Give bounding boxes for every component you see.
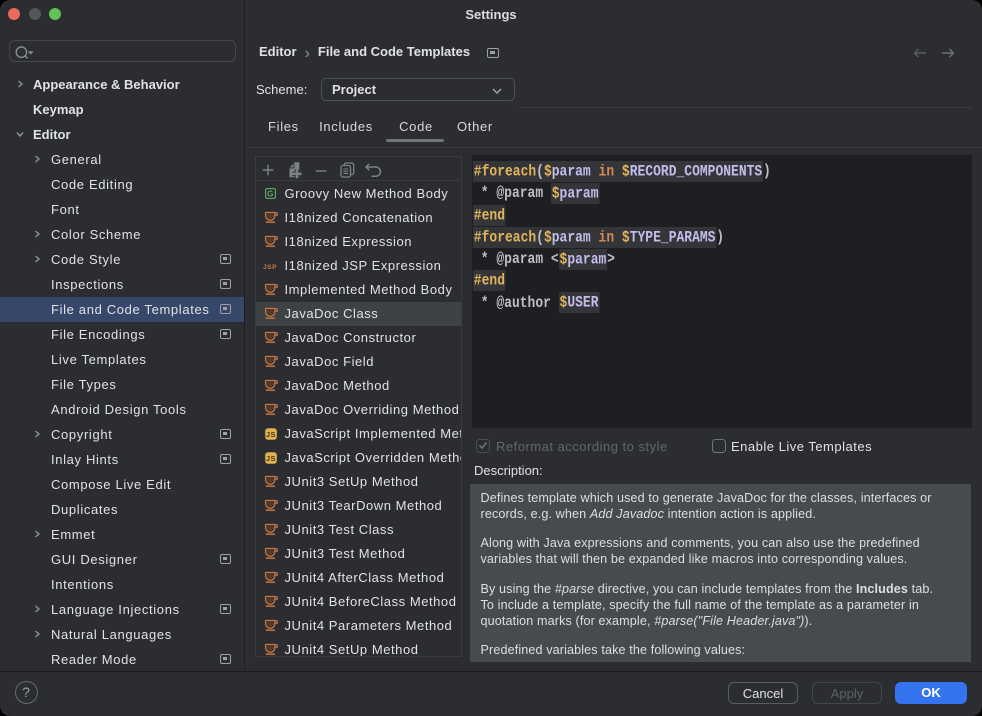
svg-text:JSP: JSP	[263, 264, 277, 271]
svg-text:G: G	[267, 189, 274, 198]
svg-text:JS: JS	[266, 429, 276, 438]
svg-text:JS: JS	[266, 453, 276, 462]
